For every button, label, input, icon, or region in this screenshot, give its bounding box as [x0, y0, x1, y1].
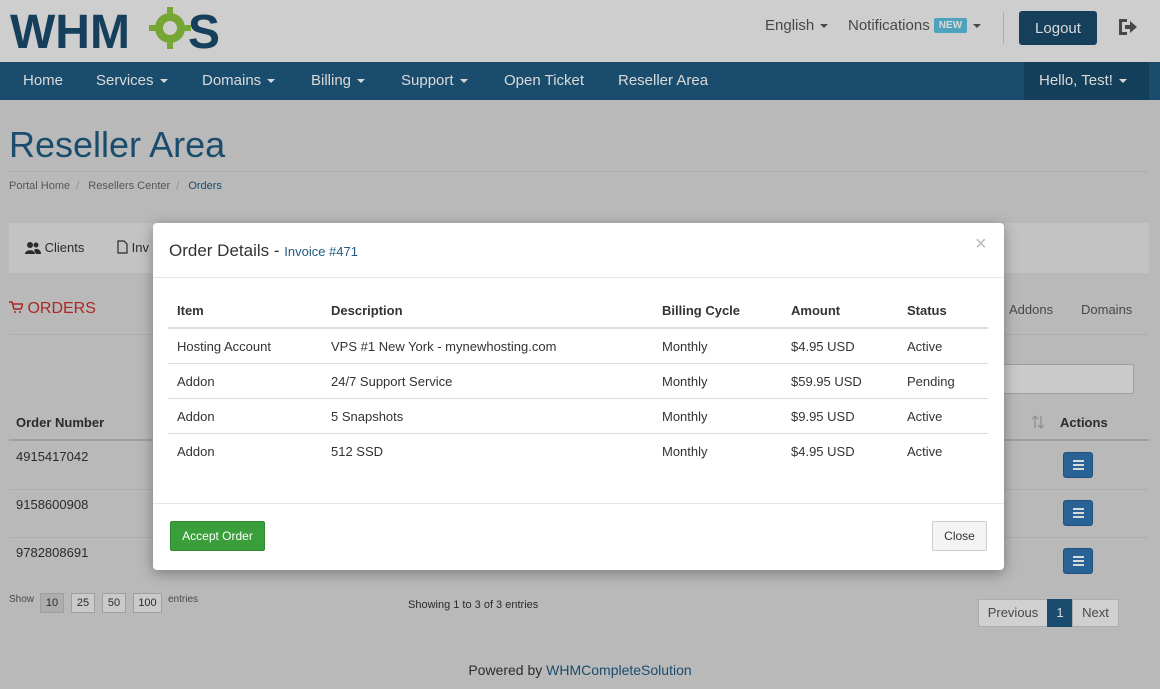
order-details-modal: Order Details - Invoice #471 × Item Desc… [153, 223, 1004, 570]
column-header-amount: Amount [791, 303, 841, 318]
column-header-description: Description [331, 303, 403, 318]
divider [168, 398, 988, 399]
amount-cell: $4.95 USD [791, 444, 855, 459]
status-cell: Active [907, 409, 943, 424]
divider [168, 363, 988, 364]
column-header-item: Item [177, 303, 204, 318]
close-icon[interactable]: × [975, 233, 987, 256]
item-cell: Addon [177, 444, 215, 459]
close-button[interactable]: Close [932, 521, 987, 551]
description-cell: 512 SSD [331, 444, 384, 459]
modal-title: Order Details - Invoice #471 [169, 241, 358, 261]
modal-title-text: Order Details - [169, 241, 285, 260]
description-cell: VPS #1 New York - mynewhosting.com [331, 339, 557, 354]
amount-cell: $4.95 USD [791, 339, 855, 354]
item-cell: Addon [177, 409, 215, 424]
accept-order-button[interactable]: Accept Order [170, 521, 265, 551]
amount-cell: $9.95 USD [791, 409, 855, 424]
billing-cycle-cell: Monthly [662, 374, 708, 389]
status-cell: Active [907, 339, 943, 354]
status-cell: Active [907, 444, 943, 459]
billing-cycle-cell: Monthly [662, 409, 708, 424]
description-cell: 5 Snapshots [331, 409, 404, 424]
item-cell: Hosting Account [177, 339, 271, 354]
billing-cycle-cell: Monthly [662, 444, 708, 459]
status-cell: Pending [907, 374, 955, 389]
divider [168, 327, 988, 329]
column-header-status: Status [907, 303, 947, 318]
description-cell: 24/7 Support Service [331, 374, 453, 389]
billing-cycle-cell: Monthly [662, 339, 708, 354]
column-header-billing-cycle: Billing Cycle [662, 303, 741, 318]
item-cell: Addon [177, 374, 215, 389]
divider [168, 433, 988, 434]
invoice-link[interactable]: Invoice #471 [284, 244, 358, 259]
amount-cell: $59.95 USD [791, 374, 862, 389]
divider [153, 277, 1004, 278]
divider [153, 503, 1004, 504]
